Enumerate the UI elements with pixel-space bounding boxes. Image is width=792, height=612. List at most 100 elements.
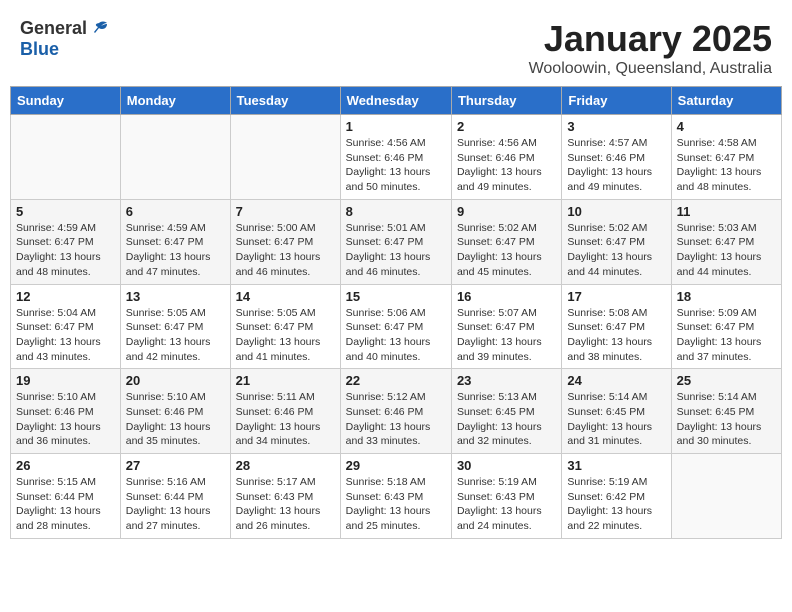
calendar-cell: 30Sunrise: 5:19 AM Sunset: 6:43 PM Dayli… [451, 454, 561, 539]
day-number: 17 [567, 289, 665, 304]
calendar-cell: 1Sunrise: 4:56 AM Sunset: 6:46 PM Daylig… [340, 115, 451, 200]
calendar-cell: 12 Sunrise: 5:04 AM Sunset: 6:47 PM Dayli… [11, 284, 121, 369]
day-number: 6 [126, 204, 225, 219]
logo-blue-text: Blue [20, 39, 59, 60]
day-number: 5 [16, 204, 115, 219]
day-info: Sunrise: 5:00 AM Sunset: 6:47 PM Dayligh… [236, 221, 335, 280]
calendar-cell: 11Sunrise: 5:03 AM Sunset: 6:47 PM Dayli… [671, 199, 781, 284]
day-info: Sunrise: 5:14 AM Sunset: 6:45 PM Dayligh… [567, 390, 665, 449]
day-number: 28 [236, 458, 335, 473]
day-info: Sunrise: 5:11 AM Sunset: 6:46 PM Dayligh… [236, 390, 335, 449]
day-number: 14 [236, 289, 335, 304]
calendar-cell: 31 Sunrise: 5:19 AM Sunset: 6:42 PM Dayli… [562, 454, 671, 539]
calendar-week-row: 12 Sunrise: 5:04 AM Sunset: 6:47 PM Dayli… [11, 284, 782, 369]
day-number: 19 [16, 373, 115, 388]
day-info: Sunrise: 5:03 AM Sunset: 6:47 PM Dayligh… [677, 221, 776, 280]
day-info: Sunrise: 4:59 AM Sunset: 6:47 PM Dayligh… [126, 221, 225, 280]
calendar-cell: 9 Sunrise: 5:02 AM Sunset: 6:47 PM Daylig… [451, 199, 561, 284]
weekday-header: Saturday [671, 87, 781, 115]
calendar-cell: 24 Sunrise: 5:14 AM Sunset: 6:45 PM Dayli… [562, 369, 671, 454]
calendar-cell: 25Sunrise: 5:14 AM Sunset: 6:45 PM Dayli… [671, 369, 781, 454]
day-info: Sunrise: 4:56 AM Sunset: 6:46 PM Dayligh… [457, 136, 556, 195]
day-info: Sunrise: 5:19 AM Sunset: 6:43 PM Dayligh… [457, 475, 556, 534]
calendar-cell: 2Sunrise: 4:56 AM Sunset: 6:46 PM Daylig… [451, 115, 561, 200]
day-number: 29 [346, 458, 446, 473]
day-info: Sunrise: 5:05 AM Sunset: 6:47 PM Dayligh… [236, 306, 335, 365]
calendar-cell: 21 Sunrise: 5:11 AM Sunset: 6:46 PM Dayli… [230, 369, 340, 454]
day-number: 15 [346, 289, 446, 304]
day-info: Sunrise: 5:15 AM Sunset: 6:44 PM Dayligh… [16, 475, 115, 534]
calendar-week-row: 1Sunrise: 4:56 AM Sunset: 6:46 PM Daylig… [11, 115, 782, 200]
calendar-cell: 10 Sunrise: 5:02 AM Sunset: 6:47 PM Dayli… [562, 199, 671, 284]
day-number: 22 [346, 373, 446, 388]
day-info: Sunrise: 5:13 AM Sunset: 6:45 PM Dayligh… [457, 390, 556, 449]
calendar-cell: 7 Sunrise: 5:00 AM Sunset: 6:47 PM Daylig… [230, 199, 340, 284]
day-info: Sunrise: 5:18 AM Sunset: 6:43 PM Dayligh… [346, 475, 446, 534]
logo-bird-icon [89, 19, 109, 39]
calendar-location: Wooloowin, Queensland, Australia [529, 60, 772, 78]
day-number: 18 [677, 289, 776, 304]
day-number: 10 [567, 204, 665, 219]
day-number: 31 [567, 458, 665, 473]
calendar-cell: 28 Sunrise: 5:17 AM Sunset: 6:43 PM Dayli… [230, 454, 340, 539]
day-info: Sunrise: 5:12 AM Sunset: 6:46 PM Dayligh… [346, 390, 446, 449]
calendar-cell [230, 115, 340, 200]
day-info: Sunrise: 5:19 AM Sunset: 6:42 PM Dayligh… [567, 475, 665, 534]
day-number: 3 [567, 119, 665, 134]
day-info: Sunrise: 4:58 AM Sunset: 6:47 PM Dayligh… [677, 136, 776, 195]
day-number: 8 [346, 204, 446, 219]
calendar-cell [120, 115, 230, 200]
day-number: 23 [457, 373, 556, 388]
calendar-cell: 8 Sunrise: 5:01 AM Sunset: 6:47 PM Daylig… [340, 199, 451, 284]
weekday-header-row: SundayMondayTuesdayWednesdayThursdayFrid… [11, 87, 782, 115]
day-info: Sunrise: 5:07 AM Sunset: 6:47 PM Dayligh… [457, 306, 556, 365]
day-info: Sunrise: 5:01 AM Sunset: 6:47 PM Dayligh… [346, 221, 446, 280]
day-info: Sunrise: 5:17 AM Sunset: 6:43 PM Dayligh… [236, 475, 335, 534]
weekday-header: Thursday [451, 87, 561, 115]
calendar-week-row: 19 Sunrise: 5:10 AM Sunset: 6:46 PM Dayli… [11, 369, 782, 454]
logo-general-text: General [20, 18, 87, 39]
calendar-cell: 3Sunrise: 4:57 AM Sunset: 6:46 PM Daylig… [562, 115, 671, 200]
calendar-table: SundayMondayTuesdayWednesdayThursdayFrid… [10, 86, 782, 539]
day-number: 12 [16, 289, 115, 304]
calendar-cell: 19 Sunrise: 5:10 AM Sunset: 6:46 PM Dayli… [11, 369, 121, 454]
calendar-cell: 20Sunrise: 5:10 AM Sunset: 6:46 PM Dayli… [120, 369, 230, 454]
day-info: Sunrise: 5:14 AM Sunset: 6:45 PM Dayligh… [677, 390, 776, 449]
day-number: 26 [16, 458, 115, 473]
day-number: 24 [567, 373, 665, 388]
calendar-week-row: 26 Sunrise: 5:15 AM Sunset: 6:44 PM Dayli… [11, 454, 782, 539]
day-number: 7 [236, 204, 335, 219]
calendar-cell [11, 115, 121, 200]
day-info: Sunrise: 5:02 AM Sunset: 6:47 PM Dayligh… [567, 221, 665, 280]
calendar-cell: 15Sunrise: 5:06 AM Sunset: 6:47 PM Dayli… [340, 284, 451, 369]
calendar-cell [671, 454, 781, 539]
day-number: 9 [457, 204, 556, 219]
weekday-header: Tuesday [230, 87, 340, 115]
day-info: Sunrise: 5:16 AM Sunset: 6:44 PM Dayligh… [126, 475, 225, 534]
day-info: Sunrise: 4:56 AM Sunset: 6:46 PM Dayligh… [346, 136, 446, 195]
weekday-header: Sunday [11, 87, 121, 115]
day-number: 4 [677, 119, 776, 134]
day-number: 21 [236, 373, 335, 388]
day-info: Sunrise: 5:09 AM Sunset: 6:47 PM Dayligh… [677, 306, 776, 365]
title-block: January 2025 Wooloowin, Queensland, Aust… [529, 18, 772, 78]
day-info: Sunrise: 5:08 AM Sunset: 6:47 PM Dayligh… [567, 306, 665, 365]
calendar-cell: 23 Sunrise: 5:13 AM Sunset: 6:45 PM Dayli… [451, 369, 561, 454]
page-header: General Blue January 2025 Wooloowin, Que… [10, 10, 782, 78]
weekday-header: Wednesday [340, 87, 451, 115]
day-info: Sunrise: 4:59 AM Sunset: 6:47 PM Dayligh… [16, 221, 115, 280]
calendar-cell: 14 Sunrise: 5:05 AM Sunset: 6:47 PM Dayli… [230, 284, 340, 369]
day-info: Sunrise: 5:10 AM Sunset: 6:46 PM Dayligh… [16, 390, 115, 449]
day-info: Sunrise: 5:10 AM Sunset: 6:46 PM Dayligh… [126, 390, 225, 449]
day-number: 13 [126, 289, 225, 304]
day-info: Sunrise: 5:04 AM Sunset: 6:47 PM Dayligh… [16, 306, 115, 365]
day-info: Sunrise: 5:05 AM Sunset: 6:47 PM Dayligh… [126, 306, 225, 365]
calendar-cell: 27Sunrise: 5:16 AM Sunset: 6:44 PM Dayli… [120, 454, 230, 539]
day-number: 16 [457, 289, 556, 304]
calendar-cell: 4 Sunrise: 4:58 AM Sunset: 6:47 PM Daylig… [671, 115, 781, 200]
calendar-cell: 13 Sunrise: 5:05 AM Sunset: 6:47 PM Dayli… [120, 284, 230, 369]
calendar-cell: 29 Sunrise: 5:18 AM Sunset: 6:43 PM Dayli… [340, 454, 451, 539]
day-info: Sunrise: 5:02 AM Sunset: 6:47 PM Dayligh… [457, 221, 556, 280]
weekday-header: Friday [562, 87, 671, 115]
calendar-cell: 22 Sunrise: 5:12 AM Sunset: 6:46 PM Dayli… [340, 369, 451, 454]
